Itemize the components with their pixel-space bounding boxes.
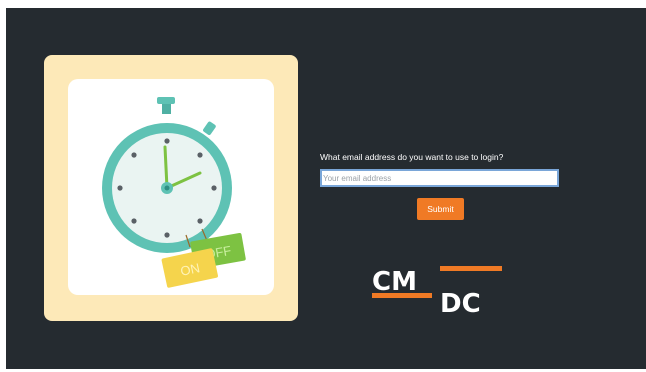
stopwatch-crown: [157, 97, 175, 104]
illustration-card: OFF ON: [44, 55, 298, 321]
stopwatch-stem: [162, 104, 171, 114]
email-field[interactable]: [320, 169, 559, 187]
cmdc-logo: CM DC: [370, 266, 506, 319]
cmdc-logo-mark: CM DC: [372, 266, 502, 319]
login-question-label: What email address do you want to use to…: [320, 152, 504, 162]
logo-accent-bar-top: [440, 266, 502, 271]
logo-text-top: CM: [372, 267, 417, 297]
logo-text-bottom: DC: [440, 289, 481, 316]
on-sign: ON: [161, 248, 218, 288]
app-frame: OFF ON What email address do you want to…: [6, 8, 646, 369]
stopwatch-minute-hand: [163, 145, 169, 190]
login-form: What email address do you want to use to…: [320, 151, 560, 220]
stopwatch-side-button: [203, 121, 216, 135]
illustration-inner-panel: OFF ON: [68, 79, 274, 295]
stopwatch-illustration: OFF ON: [102, 97, 246, 288]
submit-button[interactable]: Submit: [417, 198, 464, 220]
